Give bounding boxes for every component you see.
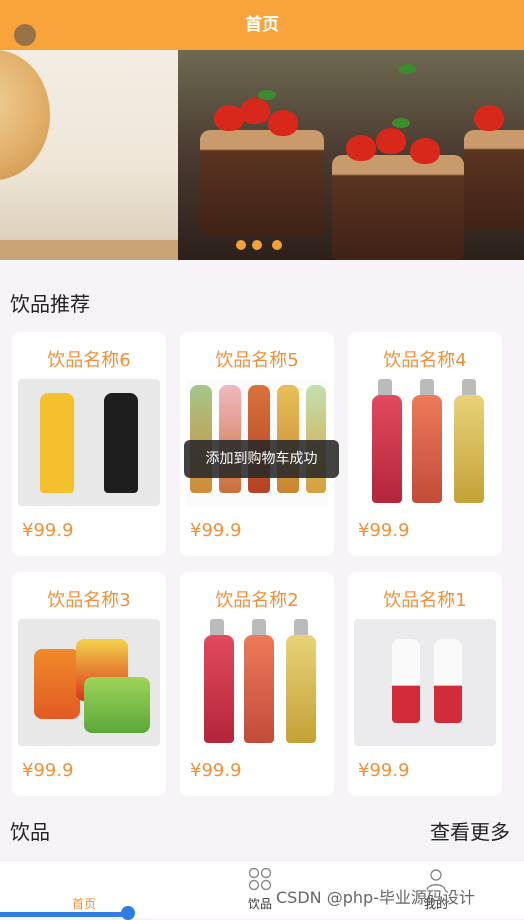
product-name: 饮品名称1 [383,590,467,611]
strawberry-image [240,98,270,124]
strawberry-image [376,128,406,154]
cake-image [332,155,464,260]
product-card[interactable]: 饮品名称6 ¥99.9 [12,332,166,556]
view-more-link[interactable]: 查看更多 [430,816,510,845]
tab-label: 首页 [71,897,96,911]
cake-image [200,130,324,235]
banner-slide-bread [0,50,178,260]
carousel-indicators [236,240,282,250]
carousel-dot[interactable] [272,240,282,250]
progress-knob[interactable] [121,906,135,920]
product-name: 饮品名称2 [215,590,299,611]
product-image-juice [186,619,328,746]
product-price: ¥99.9 [190,760,242,781]
product-name: 饮品名称6 [47,350,131,371]
product-price: ¥99.9 [22,520,74,541]
carousel-dot[interactable] [236,240,246,250]
product-image-jamaica [18,379,160,506]
bottle-image [454,395,484,503]
bottle-image [434,639,462,723]
page-title: 首页 [245,15,279,35]
board-image [0,240,178,260]
bottle-image [286,635,316,743]
bottle-image [204,635,234,743]
product-price: ¥99.9 [190,520,242,541]
bottle-image [392,639,420,723]
can-image [84,677,150,733]
toast-message: 添加到购物车成功 [184,440,339,478]
strawberry-image [474,105,504,131]
recommend-section-title: 饮品推荐 [10,292,90,316]
mint-leaf-image [398,64,416,74]
carousel-dot[interactable] [252,240,262,250]
top-header: 首页 [0,0,524,50]
product-image-cans [18,619,160,746]
drinks-section-title: 饮品 [10,820,50,844]
product-name: 饮品名称3 [47,590,131,611]
mint-leaf-image [258,90,276,100]
progress-bar [0,912,130,917]
product-image-white-bottles [354,619,496,746]
product-card[interactable]: 饮品名称2 ¥99.9 [180,572,334,796]
bottle-image [40,393,74,493]
strawberry-image [346,135,376,161]
grid-icon [248,867,272,891]
csdn-watermark: CSDN @php-毕业源码设计 [276,888,475,907]
product-price: ¥99.9 [22,760,74,781]
strawberry-image [410,138,440,164]
product-price: ¥99.9 [358,520,410,541]
mint-leaf-image [392,118,410,128]
can-image [34,649,80,719]
strawberry-image [268,110,298,136]
product-name: 饮品名称4 [383,350,467,371]
product-card[interactable]: 饮品名称3 ¥99.9 [12,572,166,796]
bottle-image [372,395,402,503]
tab-home[interactable]: 首页 [34,861,134,918]
product-name: 饮品名称5 [215,350,299,371]
cake-image [464,130,524,230]
product-card[interactable]: 饮品名称1 ¥99.9 [348,572,502,796]
bread-image [0,50,50,180]
bottle-image [412,395,442,503]
product-image-juice [354,379,496,506]
bottle-image [244,635,274,743]
bottle-image [104,393,138,493]
banner-slide-cakes [178,50,524,260]
banner-carousel[interactable] [0,50,524,260]
product-card[interactable]: 饮品名称4 ¥99.9 [348,332,502,556]
product-price: ¥99.9 [358,760,410,781]
floating-dot [14,24,36,46]
